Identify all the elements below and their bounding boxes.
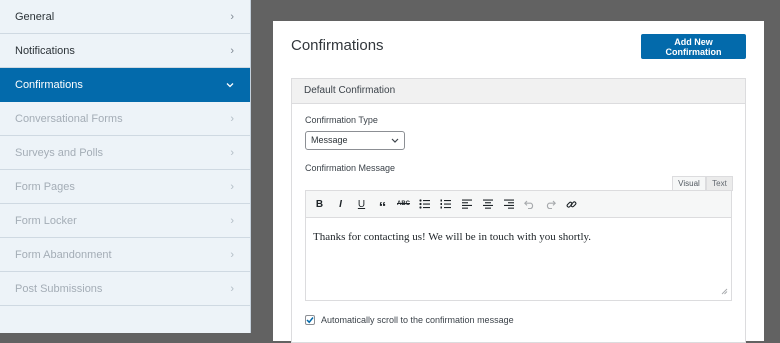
confirmation-type-select[interactable]: Message — [305, 131, 405, 150]
sidebar-item-label: Form Abandonment — [15, 248, 112, 261]
insert-link-button[interactable] — [561, 194, 582, 214]
sidebar-item-label: Form Locker — [15, 214, 77, 227]
chevron-down-icon — [226, 79, 234, 91]
chevron-right-icon: › — [230, 146, 234, 159]
tab-visual[interactable]: Visual — [672, 176, 706, 191]
strikethrough-button[interactable]: ABC — [393, 194, 414, 214]
redo-button[interactable] — [540, 194, 561, 214]
sidebar-item-label: Conversational Forms — [15, 112, 123, 125]
page-title: Confirmations — [291, 37, 384, 54]
autoscroll-checkbox[interactable] — [305, 315, 315, 325]
add-new-confirmation-button[interactable]: Add New Confirmation — [641, 34, 746, 59]
align-right-icon — [503, 199, 514, 209]
default-confirmation-header[interactable]: Default Confirmation — [292, 79, 745, 104]
sidebar-item-label: Confirmations — [15, 78, 83, 91]
chevron-right-icon: › — [230, 112, 234, 125]
chevron-down-icon — [391, 132, 399, 155]
sidebar-item-form-pages[interactable]: Form Pages › — [0, 170, 250, 204]
numbered-list-icon — [440, 199, 451, 209]
confirmation-message-label: Confirmation Message — [305, 163, 396, 173]
sidebar-item-confirmations[interactable]: Confirmations — [0, 68, 250, 102]
sidebar-item-label: Form Pages — [15, 180, 75, 193]
sidebar-item-label: Post Submissions — [15, 282, 103, 295]
undo-icon — [524, 200, 534, 209]
bullet-list-icon — [419, 199, 430, 209]
autoscroll-option: Automatically scroll to the confirmation… — [305, 315, 514, 325]
chevron-right-icon: › — [230, 44, 234, 57]
chevron-right-icon: › — [230, 214, 234, 227]
sidebar-item-label: General — [15, 10, 55, 23]
bold-button[interactable]: B — [309, 194, 330, 214]
undo-button[interactable] — [519, 194, 540, 214]
align-left-icon — [461, 199, 472, 209]
confirmations-panel: Confirmations Add New Confirmation Defau… — [273, 21, 764, 343]
chevron-right-icon: › — [230, 248, 234, 261]
sidebar-item-label: Surveys and Polls — [15, 146, 104, 159]
tab-text[interactable]: Text — [706, 176, 733, 191]
redo-icon — [546, 200, 556, 209]
editor-toolbar: B I U “ ABC — [306, 191, 731, 218]
sidebar-item-label: Notifications — [15, 44, 75, 57]
chevron-right-icon: › — [230, 282, 234, 295]
message-textarea[interactable]: Thanks for contacting us! We will be in … — [306, 218, 731, 256]
chevron-right-icon: › — [230, 180, 234, 193]
blockquote-button[interactable]: “ — [372, 194, 393, 216]
underline-button[interactable]: U — [351, 194, 372, 214]
numbered-list-button[interactable] — [435, 194, 456, 214]
italic-button[interactable]: I — [330, 194, 351, 214]
sidebar-item-conversational-forms[interactable]: Conversational Forms › — [0, 102, 250, 136]
chevron-right-icon: › — [230, 10, 234, 23]
link-icon — [566, 200, 577, 208]
sidebar-item-surveys-and-polls[interactable]: Surveys and Polls › — [0, 136, 250, 170]
sidebar-item-post-submissions[interactable]: Post Submissions › — [0, 272, 250, 306]
sidebar-item-general[interactable]: General › — [0, 0, 250, 34]
sidebar-item-notifications[interactable]: Notifications › — [0, 34, 250, 68]
sidebar-item-form-locker[interactable]: Form Locker › — [0, 204, 250, 238]
default-confirmation-box: Default Confirmation Confirmation Type M… — [291, 78, 746, 343]
align-right-button[interactable] — [498, 194, 519, 214]
align-center-icon — [482, 199, 493, 209]
message-editor: B I U “ ABC Thanks for contacting us! We… — [305, 190, 732, 301]
checkmark-icon — [306, 317, 314, 324]
autoscroll-label: Automatically scroll to the confirmation… — [321, 315, 514, 325]
align-left-button[interactable] — [456, 194, 477, 214]
align-center-button[interactable] — [477, 194, 498, 214]
bullet-list-button[interactable] — [414, 194, 435, 214]
confirmation-type-label: Confirmation Type — [305, 115, 378, 125]
sidebar-item-form-abandonment[interactable]: Form Abandonment › — [0, 238, 250, 272]
confirmation-type-value: Message — [311, 135, 348, 145]
resize-handle-icon[interactable] — [721, 288, 728, 297]
settings-sidebar: General › Notifications › Confirmations … — [0, 0, 251, 333]
